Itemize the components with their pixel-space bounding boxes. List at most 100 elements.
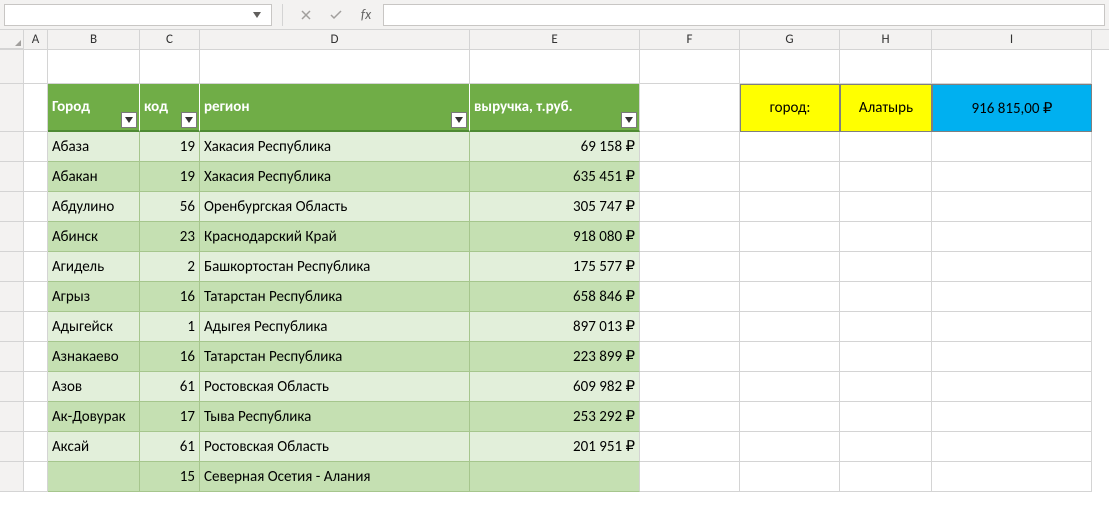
filter-button[interactable] [121, 112, 137, 128]
row-header[interactable] [0, 84, 24, 132]
cell-revenue[interactable]: 201 951 ₽ [470, 432, 640, 462]
cell-region[interactable]: Адыгея Республика [200, 312, 470, 342]
cell-region[interactable]: Северная Осетия - Алания [200, 462, 470, 492]
cell[interactable] [640, 50, 740, 84]
cell[interactable] [932, 372, 1092, 402]
cell[interactable] [932, 402, 1092, 432]
cell[interactable] [24, 222, 48, 252]
cell-revenue[interactable]: 918 080 ₽ [470, 222, 640, 252]
cell[interactable] [24, 50, 48, 84]
cell-revenue[interactable]: 175 577 ₽ [470, 252, 640, 282]
cell[interactable] [740, 432, 840, 462]
cell[interactable] [932, 132, 1092, 162]
cell-region[interactable]: Ростовская Область [200, 432, 470, 462]
cell[interactable] [740, 162, 840, 192]
cell-region[interactable]: Татарстан Республика [200, 282, 470, 312]
cell[interactable] [840, 372, 932, 402]
cell[interactable] [640, 132, 740, 162]
lookup-value-cell[interactable]: 916 815,00 ₽ [932, 84, 1092, 132]
column-header[interactable]: I [932, 30, 1092, 49]
cell-revenue[interactable]: 223 899 ₽ [470, 342, 640, 372]
cell[interactable] [740, 462, 840, 492]
cell[interactable] [24, 192, 48, 222]
cell[interactable] [932, 342, 1092, 372]
cell-code[interactable]: 19 [140, 162, 200, 192]
cell-code[interactable]: 16 [140, 282, 200, 312]
cell[interactable] [640, 372, 740, 402]
cell[interactable] [24, 84, 48, 132]
cell[interactable] [640, 312, 740, 342]
cell[interactable] [840, 312, 932, 342]
formula-input[interactable] [383, 4, 1105, 26]
cell[interactable] [840, 402, 932, 432]
cell-city[interactable]: Ак-Довурак [48, 402, 140, 432]
cell-region[interactable]: Оренбургская Область [200, 192, 470, 222]
cell[interactable] [932, 432, 1092, 462]
cell[interactable] [24, 372, 48, 402]
table-header-city[interactable]: Город [48, 84, 140, 132]
row-header[interactable] [0, 162, 24, 192]
cell[interactable] [740, 192, 840, 222]
row-header[interactable] [0, 342, 24, 372]
confirm-formula-button[interactable] [323, 3, 349, 27]
column-header[interactable]: E [470, 30, 640, 49]
cell[interactable] [24, 402, 48, 432]
cell[interactable] [740, 50, 840, 84]
cell[interactable] [740, 342, 840, 372]
filter-button[interactable] [451, 112, 467, 128]
cell[interactable] [640, 282, 740, 312]
cell-region[interactable]: Краснодарский Край [200, 222, 470, 252]
cell[interactable] [640, 252, 740, 282]
cell[interactable] [640, 462, 740, 492]
cell[interactable] [24, 252, 48, 282]
cell[interactable] [840, 192, 932, 222]
row-header[interactable] [0, 252, 24, 282]
cell[interactable] [140, 50, 200, 84]
cell[interactable] [932, 282, 1092, 312]
table-header-code[interactable]: код [140, 84, 200, 132]
cell-code[interactable]: 61 [140, 432, 200, 462]
cell-city[interactable]: Абаза [48, 132, 140, 162]
cell-revenue[interactable]: 635 451 ₽ [470, 162, 640, 192]
cell[interactable] [840, 282, 932, 312]
column-header[interactable]: C [140, 30, 200, 49]
cell[interactable] [24, 342, 48, 372]
cell-code[interactable]: 56 [140, 192, 200, 222]
row-header[interactable] [0, 402, 24, 432]
cell[interactable] [740, 282, 840, 312]
cell[interactable] [840, 252, 932, 282]
cell-city[interactable]: Азнакаево [48, 342, 140, 372]
row-header[interactable] [0, 192, 24, 222]
row-header[interactable] [0, 312, 24, 342]
table-header-region[interactable]: регион [200, 84, 470, 132]
cell-revenue[interactable]: 253 292 ₽ [470, 402, 640, 432]
cell[interactable] [640, 192, 740, 222]
lookup-label-cell[interactable]: город: [740, 84, 840, 132]
cell[interactable] [24, 462, 48, 492]
cell-revenue[interactable]: 305 747 ₽ [470, 192, 640, 222]
row-header[interactable] [0, 372, 24, 402]
cell[interactable] [932, 50, 1092, 84]
row-header[interactable] [0, 462, 24, 492]
cell-region[interactable]: Тыва Республика [200, 402, 470, 432]
cell[interactable] [640, 402, 740, 432]
cell[interactable] [640, 84, 740, 132]
name-box[interactable] [4, 4, 272, 26]
cell-city[interactable] [48, 462, 140, 492]
cell[interactable] [640, 162, 740, 192]
cell-city[interactable]: Абдулино [48, 192, 140, 222]
lookup-city-cell[interactable]: Алатырь [840, 84, 932, 132]
cell-city[interactable]: Абинск [48, 222, 140, 252]
cell-code[interactable]: 61 [140, 372, 200, 402]
cancel-formula-button[interactable] [293, 3, 319, 27]
cell[interactable] [932, 312, 1092, 342]
cell[interactable] [840, 50, 932, 84]
cell[interactable] [640, 222, 740, 252]
filter-button[interactable] [621, 112, 637, 128]
row-header[interactable] [0, 50, 24, 84]
row-header[interactable] [0, 222, 24, 252]
cell-code[interactable]: 16 [140, 342, 200, 372]
cell-revenue[interactable]: 658 846 ₽ [470, 282, 640, 312]
cell[interactable] [24, 312, 48, 342]
column-header[interactable]: G [740, 30, 840, 49]
